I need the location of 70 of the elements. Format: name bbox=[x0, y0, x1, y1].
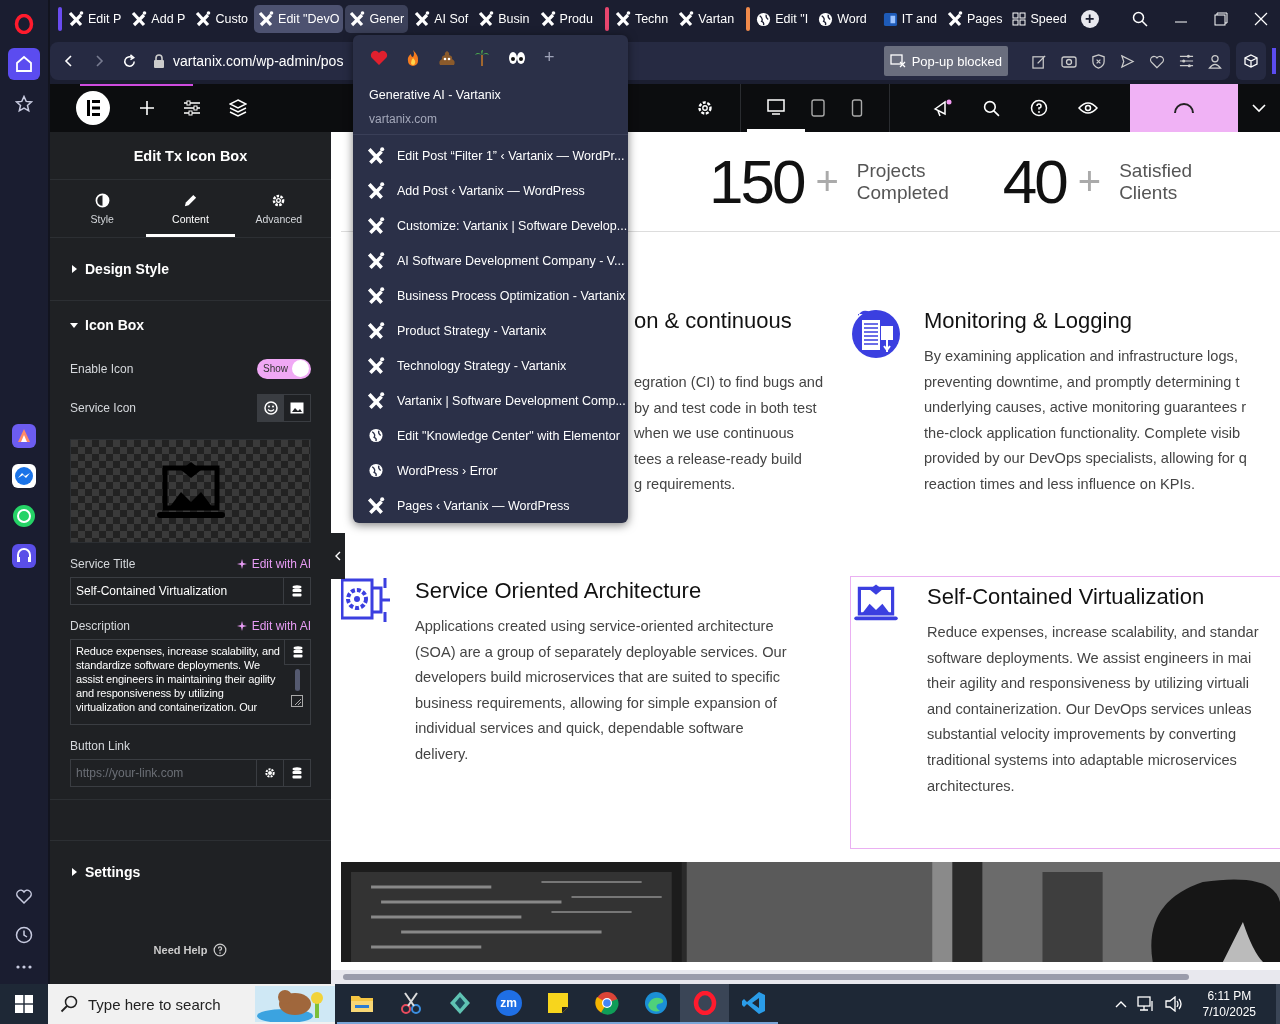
section-header[interactable]: Icon Box bbox=[70, 301, 311, 349]
tab-list-item[interactable]: Technology Strategy - Vartanix bbox=[353, 348, 628, 383]
browser-tab[interactable]: Produ bbox=[535, 5, 597, 33]
clock-time[interactable]: 6:11 PM bbox=[1207, 988, 1252, 1004]
service-title: Service Oriented Architecture bbox=[415, 578, 703, 604]
service-title: on & continuous bbox=[634, 308, 793, 334]
stat-number: 40 bbox=[1002, 146, 1066, 217]
tab-list-item[interactable]: Customize: Vartanix | Software Develop... bbox=[353, 208, 628, 243]
tab-list-item[interactable]: Product Strategy - Vartanix bbox=[353, 313, 628, 348]
panel-tab[interactable]: Content bbox=[146, 180, 235, 237]
url-input[interactable]: https://your-link.com bbox=[71, 760, 256, 786]
plus-sign: + bbox=[815, 159, 839, 204]
panel-tab[interactable]: Advanced bbox=[234, 180, 323, 237]
browser-tab[interactable]: Add P bbox=[127, 5, 190, 33]
tab-list-item[interactable]: AI Software Development Company - V... bbox=[353, 243, 628, 278]
tab-list-item[interactable]: Business Process Optimization - Vartanix bbox=[353, 278, 628, 313]
panel-tab[interactable]: Style bbox=[58, 180, 147, 237]
browser-tab[interactable]: IT and bbox=[878, 5, 941, 33]
browser-tab[interactable]: Techn bbox=[610, 5, 673, 33]
popup-blocked-button[interactable]: Pop-up blocked bbox=[883, 46, 1008, 76]
browser-tab[interactable]: Pages bbox=[943, 5, 1007, 33]
section-header[interactable]: Settings bbox=[70, 841, 311, 903]
browser-tab[interactable]: Edit "I bbox=[752, 5, 813, 33]
service-title-field[interactable]: Self-Contained Virtualization bbox=[70, 577, 311, 605]
service-title: Monitoring & Logging bbox=[924, 308, 1133, 334]
control-label: Service Icon bbox=[70, 400, 137, 415]
tab-list-item[interactable]: Add Post ‹ Vartanix — WordPress bbox=[353, 173, 628, 208]
control-label: Description bbox=[70, 619, 131, 633]
url-text[interactable]: vartanix.com/wp-admin/pos bbox=[173, 53, 344, 69]
browser-tab[interactable]: Word bbox=[814, 5, 871, 33]
button-link-field[interactable]: https://your-link.com bbox=[70, 759, 311, 787]
tab-list-item[interactable]: Pages ‹ Vartanix — WordPress bbox=[353, 488, 628, 523]
tab-list-item[interactable]: Vartanix | Software Development Comp... bbox=[353, 383, 628, 418]
service-description: Reduce expenses, increase scalability, and standar software deployments. We assist engineers in mai their agility and responsiveness by utilizing virtuali and containerization. Our DevOps services unleas substantial velocity improvements by converting traditional systems into adaptable microservices architectures. bbox=[927, 623, 1259, 796]
taskbar-app-button[interactable]: zm bbox=[484, 984, 533, 1024]
plus-sign: + bbox=[1077, 159, 1102, 204]
browser-tab[interactable]: Custo bbox=[191, 5, 253, 33]
service-description: Applications created using service-oriented architecture (SOA) are a group of separately deployable services. Our developers build microservices that are suited to specific business requirements, allowing for simple expansion of individual services and quick, dependable software delivery. bbox=[415, 617, 787, 764]
browser-tab[interactable]: Busin bbox=[474, 5, 534, 33]
stat-number: 150 bbox=[709, 146, 804, 217]
tab-list-item[interactable]: Edit Post “Filter 1” ‹ Vartanix — WordPr... bbox=[353, 138, 628, 173]
new-tab-button[interactable]: + bbox=[1080, 10, 1099, 28]
browser-tab[interactable]: AI Sof bbox=[410, 5, 473, 33]
taskbar-search-field[interactable]: Type here to search bbox=[48, 984, 335, 1024]
browser-tab[interactable]: Gener bbox=[345, 5, 409, 33]
browser-tab[interactable]: Vartan bbox=[674, 5, 739, 33]
preview-domain: vartanix.com bbox=[353, 102, 628, 135]
tab-list-item[interactable]: Edit "Knowledge Center" with Elementor bbox=[353, 418, 628, 453]
preview-title: Generative AI - Vartanix bbox=[368, 87, 502, 102]
section-header[interactable]: Design Style bbox=[70, 238, 311, 300]
control-label: Enable Icon bbox=[70, 361, 134, 376]
browser-tab[interactable]: Edit "DevO bbox=[254, 5, 344, 33]
edit-with-ai-link[interactable]: Edit with AI bbox=[236, 557, 311, 571]
control-label: Service Title bbox=[70, 557, 136, 571]
browser-tab[interactable]: Edit P bbox=[64, 5, 126, 33]
stat-label: Satisfied Clients bbox=[1119, 159, 1193, 204]
toggle-switch[interactable]: Show bbox=[257, 358, 311, 379]
browser-tab[interactable]: Speed bbox=[1008, 5, 1071, 33]
edit-with-ai-link[interactable]: Edit with AI bbox=[236, 619, 311, 633]
add-reaction-button[interactable]: + bbox=[544, 47, 555, 68]
service-title: Self-Contained Virtualization bbox=[927, 584, 1206, 610]
tab-list-item[interactable]: WordPress › Error bbox=[353, 453, 628, 488]
description-field[interactable]: Reduce expenses, increase scalability, and standardize software deployments. We assist engineers in maintaining their agility and responsiveness by utilizing virtualization and containerization. Our bbox=[70, 639, 311, 725]
need-help-link[interactable]: Need Help bbox=[153, 944, 208, 956]
service-description: egration (CI) to find bugs and by and test code in both test when we use continuous tees a release-ready build g requirements. bbox=[634, 373, 824, 495]
stat-label: Projects Completed bbox=[856, 159, 950, 204]
video-app-icon: zm bbox=[495, 990, 522, 1016]
service-description: By examining application and infrastructure logs, preventing downtime, and promptly determining t underlying causes, active monitoring guarantees r the-clock application functionality. Complete visib provided by our DevOps specialists, allowing for q reaction times and less influence on KPIs. bbox=[924, 347, 1247, 494]
control-label: Button Link bbox=[70, 739, 131, 753]
clock-date[interactable]: 7/10/2025 bbox=[1202, 1004, 1256, 1020]
